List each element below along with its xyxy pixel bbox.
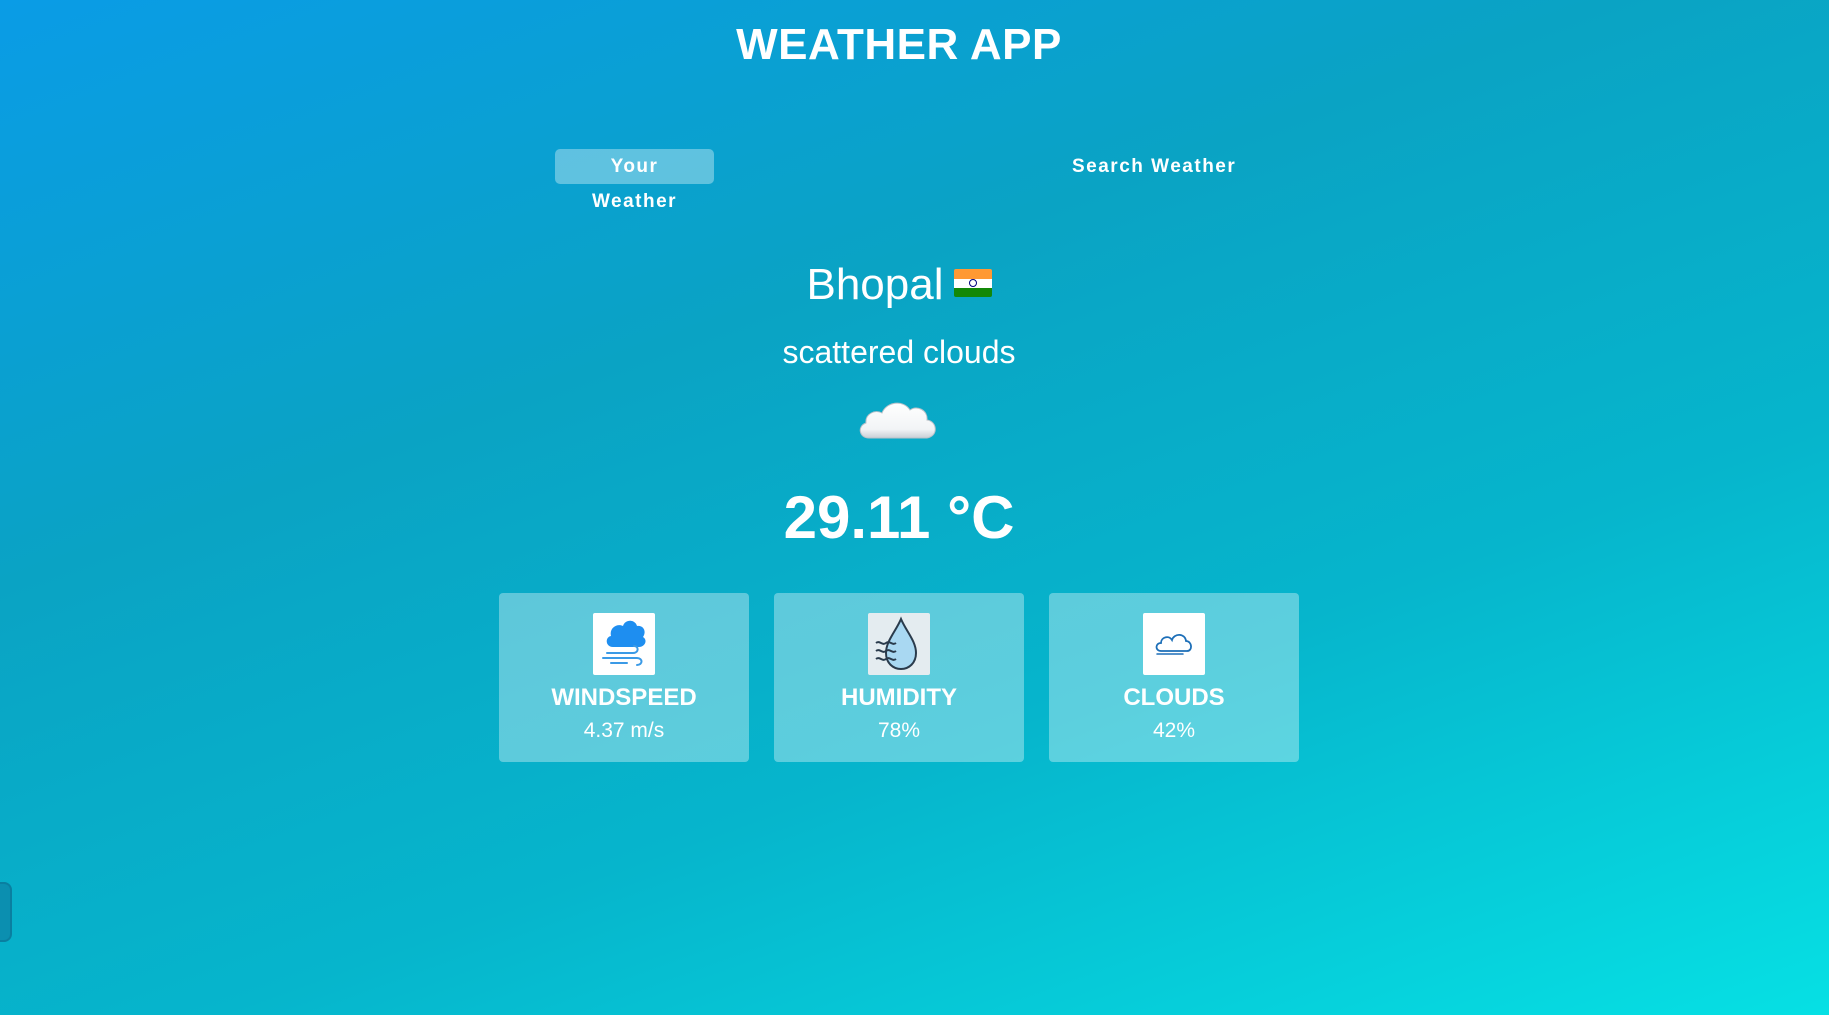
humidity-value: 78% (877, 719, 921, 742)
humidity-label: HUMIDITY (841, 684, 957, 711)
side-drawer-handle[interactable] (0, 882, 12, 942)
windspeed-value: 4.37 m/s (583, 719, 665, 742)
city-header: Bhopal (0, 260, 1798, 310)
windspeed-label: WINDSPEED (551, 684, 697, 711)
tab-bar: Your Weather Search Weather (0, 149, 1829, 212)
windspeed-card: WINDSPEED 4.37 m/s (499, 593, 749, 762)
temperature-value: 29.11 °C (783, 484, 1015, 551)
tab-your-weather[interactable]: Your Weather (555, 149, 714, 212)
city-name: Bhopal (806, 260, 944, 309)
tab-search-weather[interactable]: Search Weather (1062, 149, 1246, 184)
cloud-icon (855, 392, 939, 448)
humidity-card: HUMIDITY 78% (774, 593, 1024, 762)
weather-description: scattered clouds (782, 334, 1016, 370)
humidity-icon (868, 613, 930, 675)
app-title: WEATHER APP (736, 20, 1062, 69)
clouds-icon (1143, 613, 1205, 675)
clouds-label: CLOUDS (1123, 684, 1225, 711)
india-flag-icon (953, 269, 992, 298)
windspeed-icon (593, 613, 655, 675)
clouds-value: 42% (1152, 719, 1196, 742)
clouds-card: CLOUDS 42% (1049, 593, 1299, 762)
